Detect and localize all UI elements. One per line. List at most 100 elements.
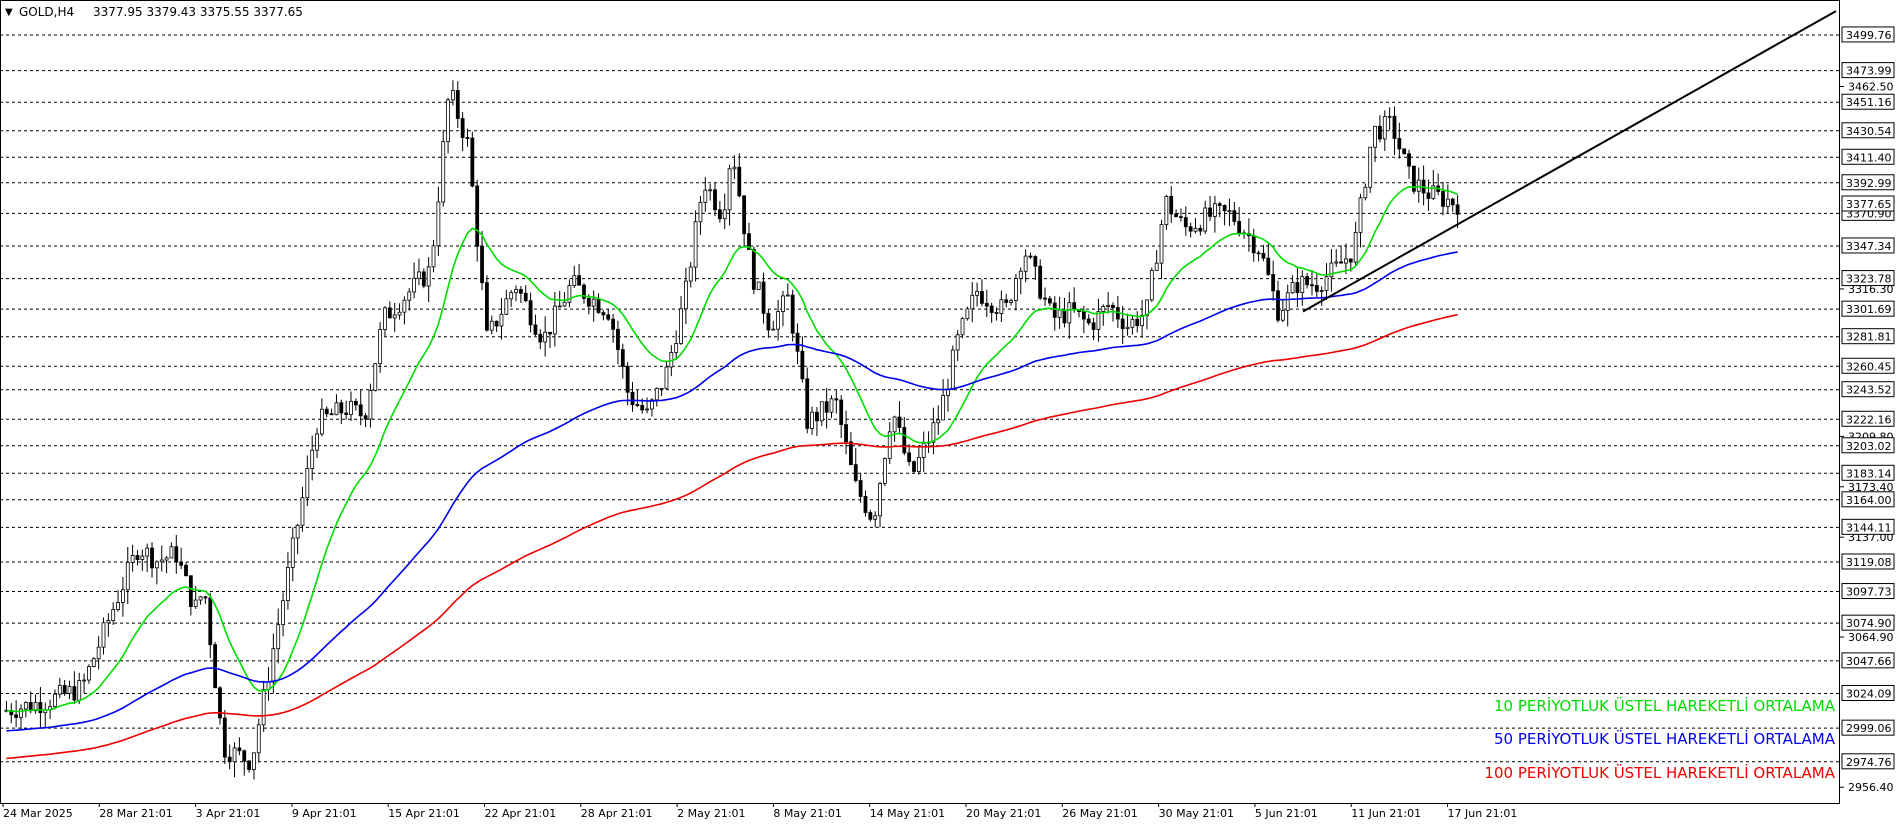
candle-body [344, 412, 349, 415]
time-axis: 24 Mar 2025 28 Mar 21:01 3 Apr 21:01 9 Apr … [2, 803, 1518, 820]
candle-body [1344, 258, 1348, 264]
candle-body [1348, 258, 1353, 263]
candle-body [892, 416, 897, 433]
candle-body [1149, 270, 1154, 301]
candle-body [1402, 148, 1407, 155]
candle-body [1033, 256, 1038, 267]
candle-body [849, 441, 853, 465]
level-price-label: 3243.52 [1846, 384, 1892, 397]
candle-body [53, 693, 57, 708]
trend-line [1302, 10, 1837, 313]
candle-body [853, 464, 858, 481]
candle-body [383, 307, 387, 331]
candle-body [1378, 125, 1382, 140]
candle-body [363, 415, 368, 420]
candle-body [1397, 138, 1402, 150]
candle-body [77, 680, 82, 701]
candle-body [14, 714, 19, 718]
candle-body [834, 398, 839, 401]
candle-body [188, 575, 193, 607]
level-price-label: 3024.09 [1846, 688, 1892, 701]
ascending-trendline[interactable] [1302, 10, 1837, 313]
candle-body [184, 564, 188, 577]
candle-body [38, 702, 43, 714]
candle-body [1285, 292, 1290, 311]
candle-body [1416, 179, 1421, 192]
candle-body [708, 189, 713, 192]
candle-body [1072, 302, 1077, 311]
candle-body [261, 689, 266, 726]
price-tick-label: 3064.90 [1848, 631, 1894, 644]
symbol-label: GOLD,H4 [19, 5, 74, 19]
level-price-label: 3119.08 [1846, 556, 1892, 569]
candle-body [349, 400, 353, 415]
candle-body [518, 289, 523, 294]
candle-body [96, 646, 101, 660]
candle-body [480, 245, 484, 284]
candle-body [441, 141, 446, 203]
time-tick-label: 20 May 21:01 [966, 807, 1041, 820]
candle-body [1358, 197, 1363, 233]
candle-body [397, 311, 402, 316]
time-tick-label: 24 Mar 2025 [3, 807, 73, 820]
candle-body [1067, 302, 1072, 324]
candle-body [1280, 310, 1285, 321]
price-tick-label: 2956.40 [1848, 781, 1894, 794]
price-tick-label: 3462.50 [1848, 81, 1894, 94]
candle-body [693, 221, 698, 268]
level-price-label: 3260.45 [1846, 360, 1892, 373]
candle-body [863, 496, 868, 513]
candle-body [140, 555, 145, 560]
candle-body [873, 515, 878, 520]
candle-body [950, 349, 955, 390]
candle-body [1023, 255, 1028, 272]
candle-body [1111, 304, 1115, 308]
time-tick-label: 8 May 21:01 [773, 807, 841, 820]
candle-body [1047, 298, 1052, 304]
candle-body [19, 708, 23, 718]
candle-body [606, 314, 611, 320]
candle-body [1062, 309, 1067, 324]
candle-body [698, 201, 703, 223]
candle-body [1038, 265, 1043, 299]
candle-body [858, 480, 863, 497]
candle-body [1256, 252, 1261, 255]
candle-body [683, 280, 688, 310]
candle-body [1276, 290, 1280, 321]
candle-body [1125, 326, 1130, 330]
candle-body [664, 366, 669, 389]
candle-body [868, 512, 873, 520]
candle-body [1130, 318, 1135, 328]
candle-body [1222, 204, 1227, 212]
candle-body [1310, 284, 1314, 287]
candle-body [533, 324, 538, 335]
candle-body [247, 760, 251, 770]
candle-body [912, 461, 916, 472]
candle-body [121, 589, 125, 603]
candle-body [722, 209, 727, 220]
candle-body [1392, 115, 1397, 139]
candle-body [805, 378, 810, 429]
candle-body [358, 404, 363, 417]
candle-body [169, 546, 174, 559]
candle-body [305, 468, 310, 499]
candle-body [281, 600, 285, 626]
candle-body [572, 275, 577, 287]
time-tick-label: 28 Apr 21:01 [581, 807, 653, 820]
time-tick-label: 28 Mar 21:01 [99, 807, 172, 820]
collapse-icon[interactable]: ▼ [5, 7, 13, 18]
candle-body [116, 602, 120, 610]
time-tick-label: 17 Jun 21:01 [1448, 807, 1518, 820]
candle-body [645, 408, 649, 411]
time-tick-label: 2 May 21:01 [677, 807, 745, 820]
candle-body [616, 328, 620, 351]
level-price-label: 3451.16 [1846, 96, 1892, 109]
candle-body [329, 413, 334, 416]
candle-body [1382, 116, 1387, 140]
candle-body [300, 497, 305, 526]
candle-body [252, 752, 256, 770]
candle-body [1295, 282, 1300, 294]
time-tick-label: 26 May 21:01 [1062, 807, 1137, 820]
candle-body [290, 537, 295, 568]
candle-body [295, 524, 300, 539]
